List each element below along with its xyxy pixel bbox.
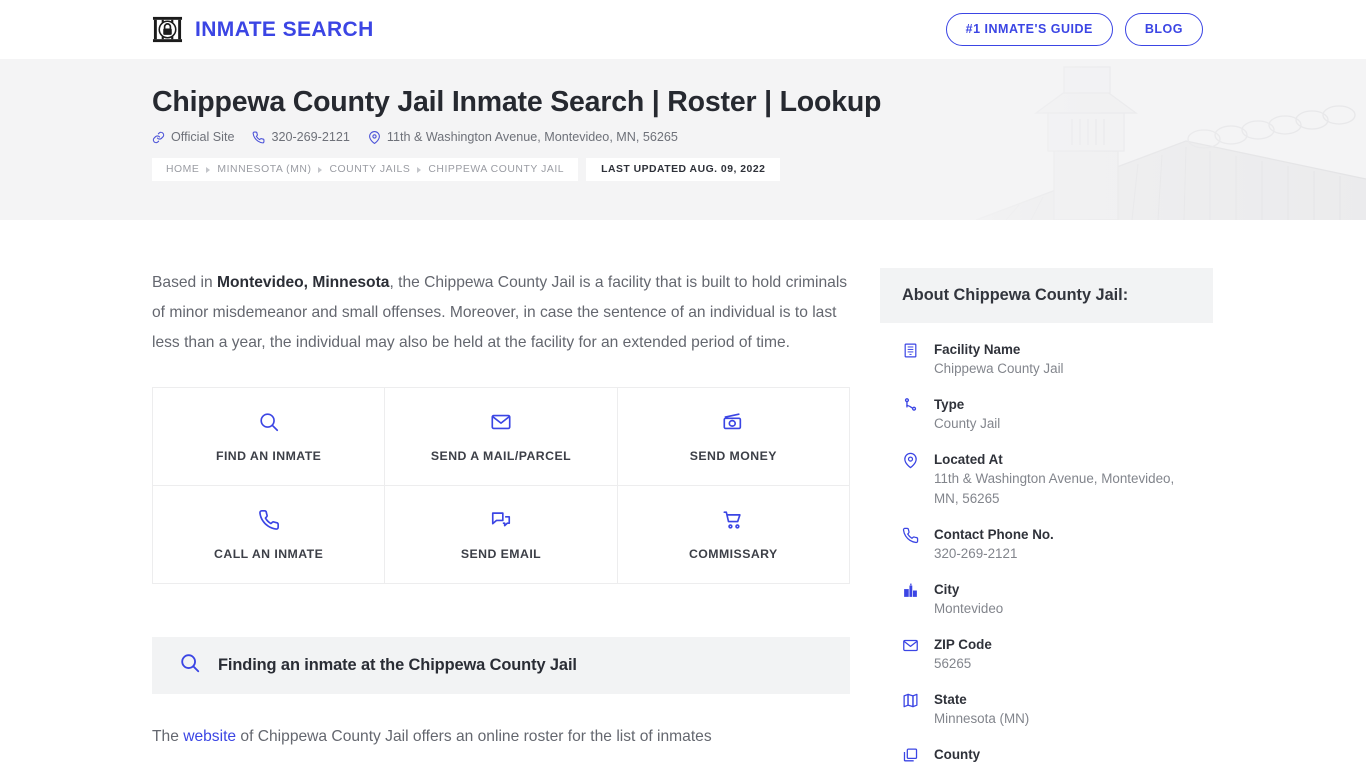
breadcrumb-item-minnesota[interactable]: MINNESOTA (MN) bbox=[217, 164, 311, 175]
chevron-right-icon bbox=[417, 166, 422, 173]
tile-label: SEND MONEY bbox=[689, 448, 777, 463]
location-pin-icon bbox=[368, 130, 381, 144]
main-column: Based in Montevideo, Minnesota, the Chip… bbox=[152, 268, 850, 752]
info-value: 320-269-2121 bbox=[934, 546, 1018, 561]
info-row-state: State Minnesota (MN) bbox=[902, 690, 1191, 729]
info-row-facility-name: Facility Name Chippewa County Jail bbox=[902, 340, 1191, 379]
tile-label: COMMISSARY bbox=[688, 546, 778, 561]
tile-call-an-inmate[interactable]: CALL AN INMATE bbox=[153, 486, 386, 584]
about-facility-card: About Chippewa County Jail: Facility Nam… bbox=[880, 268, 1213, 768]
shopping-cart-icon bbox=[722, 509, 744, 531]
tile-send-email[interactable]: SEND EMAIL bbox=[385, 486, 618, 584]
tile-send-money[interactable]: SEND MONEY bbox=[617, 388, 850, 486]
search-icon bbox=[258, 411, 280, 433]
info-label: State bbox=[934, 692, 967, 707]
site-header: INMATE SEARCH #1 INMATE'S GUIDE BLOG bbox=[0, 0, 1366, 59]
info-row-zip-code: ZIP Code 56265 bbox=[902, 635, 1191, 674]
info-label: ZIP Code bbox=[934, 637, 992, 652]
meta-phone[interactable]: 320-269-2121 bbox=[252, 130, 350, 145]
link-icon bbox=[152, 131, 165, 144]
tile-label: SEND A MAIL/PARCEL bbox=[430, 448, 572, 463]
node-branch-icon bbox=[902, 397, 920, 415]
intro-paragraph: Based in Montevideo, Minnesota, the Chip… bbox=[152, 268, 850, 358]
info-row-type: Type County Jail bbox=[902, 395, 1191, 434]
info-value: 56265 bbox=[934, 656, 972, 671]
info-label: County bbox=[934, 747, 981, 762]
section-heading-finding-inmate: Finding an inmate at the Chippewa County… bbox=[152, 637, 850, 694]
meta-official-site[interactable]: Official Site bbox=[152, 130, 234, 144]
action-tile-grid: FIND AN INMATE SEND A MAIL/PARCEL SEND M… bbox=[152, 387, 850, 584]
info-label: Type bbox=[934, 397, 965, 412]
info-value: Montevideo bbox=[934, 601, 1004, 616]
chevron-right-icon bbox=[318, 166, 323, 173]
meta-address-label: 11th & Washington Avenue, Montevideo, MN… bbox=[386, 130, 678, 145]
breadcrumb-wrapper: HOME MINNESOTA (MN) COUNTY JAILS CHIPPEW… bbox=[152, 158, 1366, 182]
info-row-located-at: Located At 11th & Washington Avenue, Mon… bbox=[902, 450, 1191, 509]
chat-bubbles-icon bbox=[490, 509, 512, 531]
last-updated-badge: LAST UPDATED AUG. 09, 2022 bbox=[586, 158, 781, 182]
hero-meta-row: Official Site 320-269-2121 11th & Washin… bbox=[152, 130, 1366, 144]
breadcrumb-item-chippewa-county-jail[interactable]: CHIPPEWA COUNTY JAIL bbox=[428, 164, 564, 175]
blog-button[interactable]: BLOG bbox=[1124, 13, 1203, 46]
page-title: Chippewa County Jail Inmate Search | Ros… bbox=[152, 86, 882, 118]
info-label: City bbox=[934, 582, 960, 597]
info-label: Contact Phone No. bbox=[934, 527, 1054, 542]
tile-send-a-mail-parcel[interactable]: SEND A MAIL/PARCEL bbox=[385, 388, 618, 486]
info-value: 11th & Washington Avenue, Montevideo, MN… bbox=[934, 471, 1175, 506]
info-label: Located At bbox=[934, 452, 1003, 467]
breadcrumb-item-home[interactable]: HOME bbox=[166, 164, 199, 175]
breadcrumb: HOME MINNESOTA (MN) COUNTY JAILS CHIPPEW… bbox=[152, 158, 579, 182]
section-paragraph: The website of Chippewa County Jail offe… bbox=[152, 722, 850, 752]
section-paragraph-before: The bbox=[152, 728, 184, 745]
sidebar: About Chippewa County Jail: Facility Nam… bbox=[880, 268, 1213, 768]
meta-phone-label: 320-269-2121 bbox=[271, 130, 350, 145]
search-icon bbox=[179, 652, 201, 679]
phone-icon bbox=[902, 527, 920, 545]
inmates-guide-button[interactable]: #1 INMATE'S GUIDE bbox=[945, 13, 1113, 46]
phone-icon bbox=[258, 509, 280, 531]
page-layout: Based in Montevideo, Minnesota, the Chip… bbox=[0, 220, 1366, 768]
tile-commissary[interactable]: COMMISSARY bbox=[617, 486, 850, 584]
header-actions: #1 INMATE'S GUIDE BLOG bbox=[945, 13, 1203, 46]
envelope-icon bbox=[490, 411, 512, 433]
chevron-right-icon bbox=[206, 166, 211, 173]
hero-section: Chippewa County Jail Inmate Search | Ros… bbox=[0, 59, 1366, 220]
tile-label: SEND EMAIL bbox=[460, 546, 542, 561]
location-pin-icon bbox=[902, 452, 920, 470]
copy-icon bbox=[902, 747, 920, 765]
about-card-body: Facility Name Chippewa County Jail Type … bbox=[880, 323, 1213, 768]
about-card-title: About Chippewa County Jail: bbox=[902, 286, 1129, 304]
website-link[interactable]: website bbox=[183, 728, 236, 745]
building-icon bbox=[902, 342, 920, 360]
info-label: Facility Name bbox=[934, 342, 1021, 357]
phone-icon bbox=[252, 131, 265, 144]
info-row-contact-phone: Contact Phone No. 320-269-2121 bbox=[902, 525, 1191, 564]
info-value: Chippewa County Jail bbox=[934, 361, 1064, 376]
tile-label: CALL AN INMATE bbox=[214, 546, 324, 561]
intro-before: Based in bbox=[152, 274, 218, 291]
tile-label: FIND AN INMATE bbox=[215, 448, 322, 463]
info-value: Minnesota (MN) bbox=[934, 711, 1030, 726]
intro-bold-location: Montevideo, Minnesota bbox=[217, 274, 390, 291]
breadcrumb-item-county-jails[interactable]: COUNTY JAILS bbox=[329, 164, 410, 175]
info-row-county: County Chippewa County bbox=[902, 745, 1191, 768]
tile-find-an-inmate[interactable]: FIND AN INMATE bbox=[153, 388, 386, 486]
city-icon bbox=[902, 582, 920, 600]
banknote-icon bbox=[722, 411, 744, 433]
map-icon bbox=[902, 692, 920, 710]
meta-address: 11th & Washington Avenue, Montevideo, MN… bbox=[368, 130, 678, 144]
brand-name: INMATE SEARCH bbox=[195, 17, 374, 41]
info-value: County Jail bbox=[934, 416, 1001, 431]
section-paragraph-after: of Chippewa County Jail offers an online… bbox=[236, 728, 712, 745]
jail-padlock-icon bbox=[152, 14, 183, 45]
info-row-city: City Montevideo bbox=[902, 580, 1191, 619]
meta-official-site-label: Official Site bbox=[171, 130, 235, 145]
section-heading-text: Finding an inmate at the Chippewa County… bbox=[218, 656, 577, 674]
about-card-header: About Chippewa County Jail: bbox=[880, 268, 1213, 323]
envelope-icon bbox=[902, 637, 920, 655]
brand-logo[interactable]: INMATE SEARCH bbox=[152, 14, 374, 45]
